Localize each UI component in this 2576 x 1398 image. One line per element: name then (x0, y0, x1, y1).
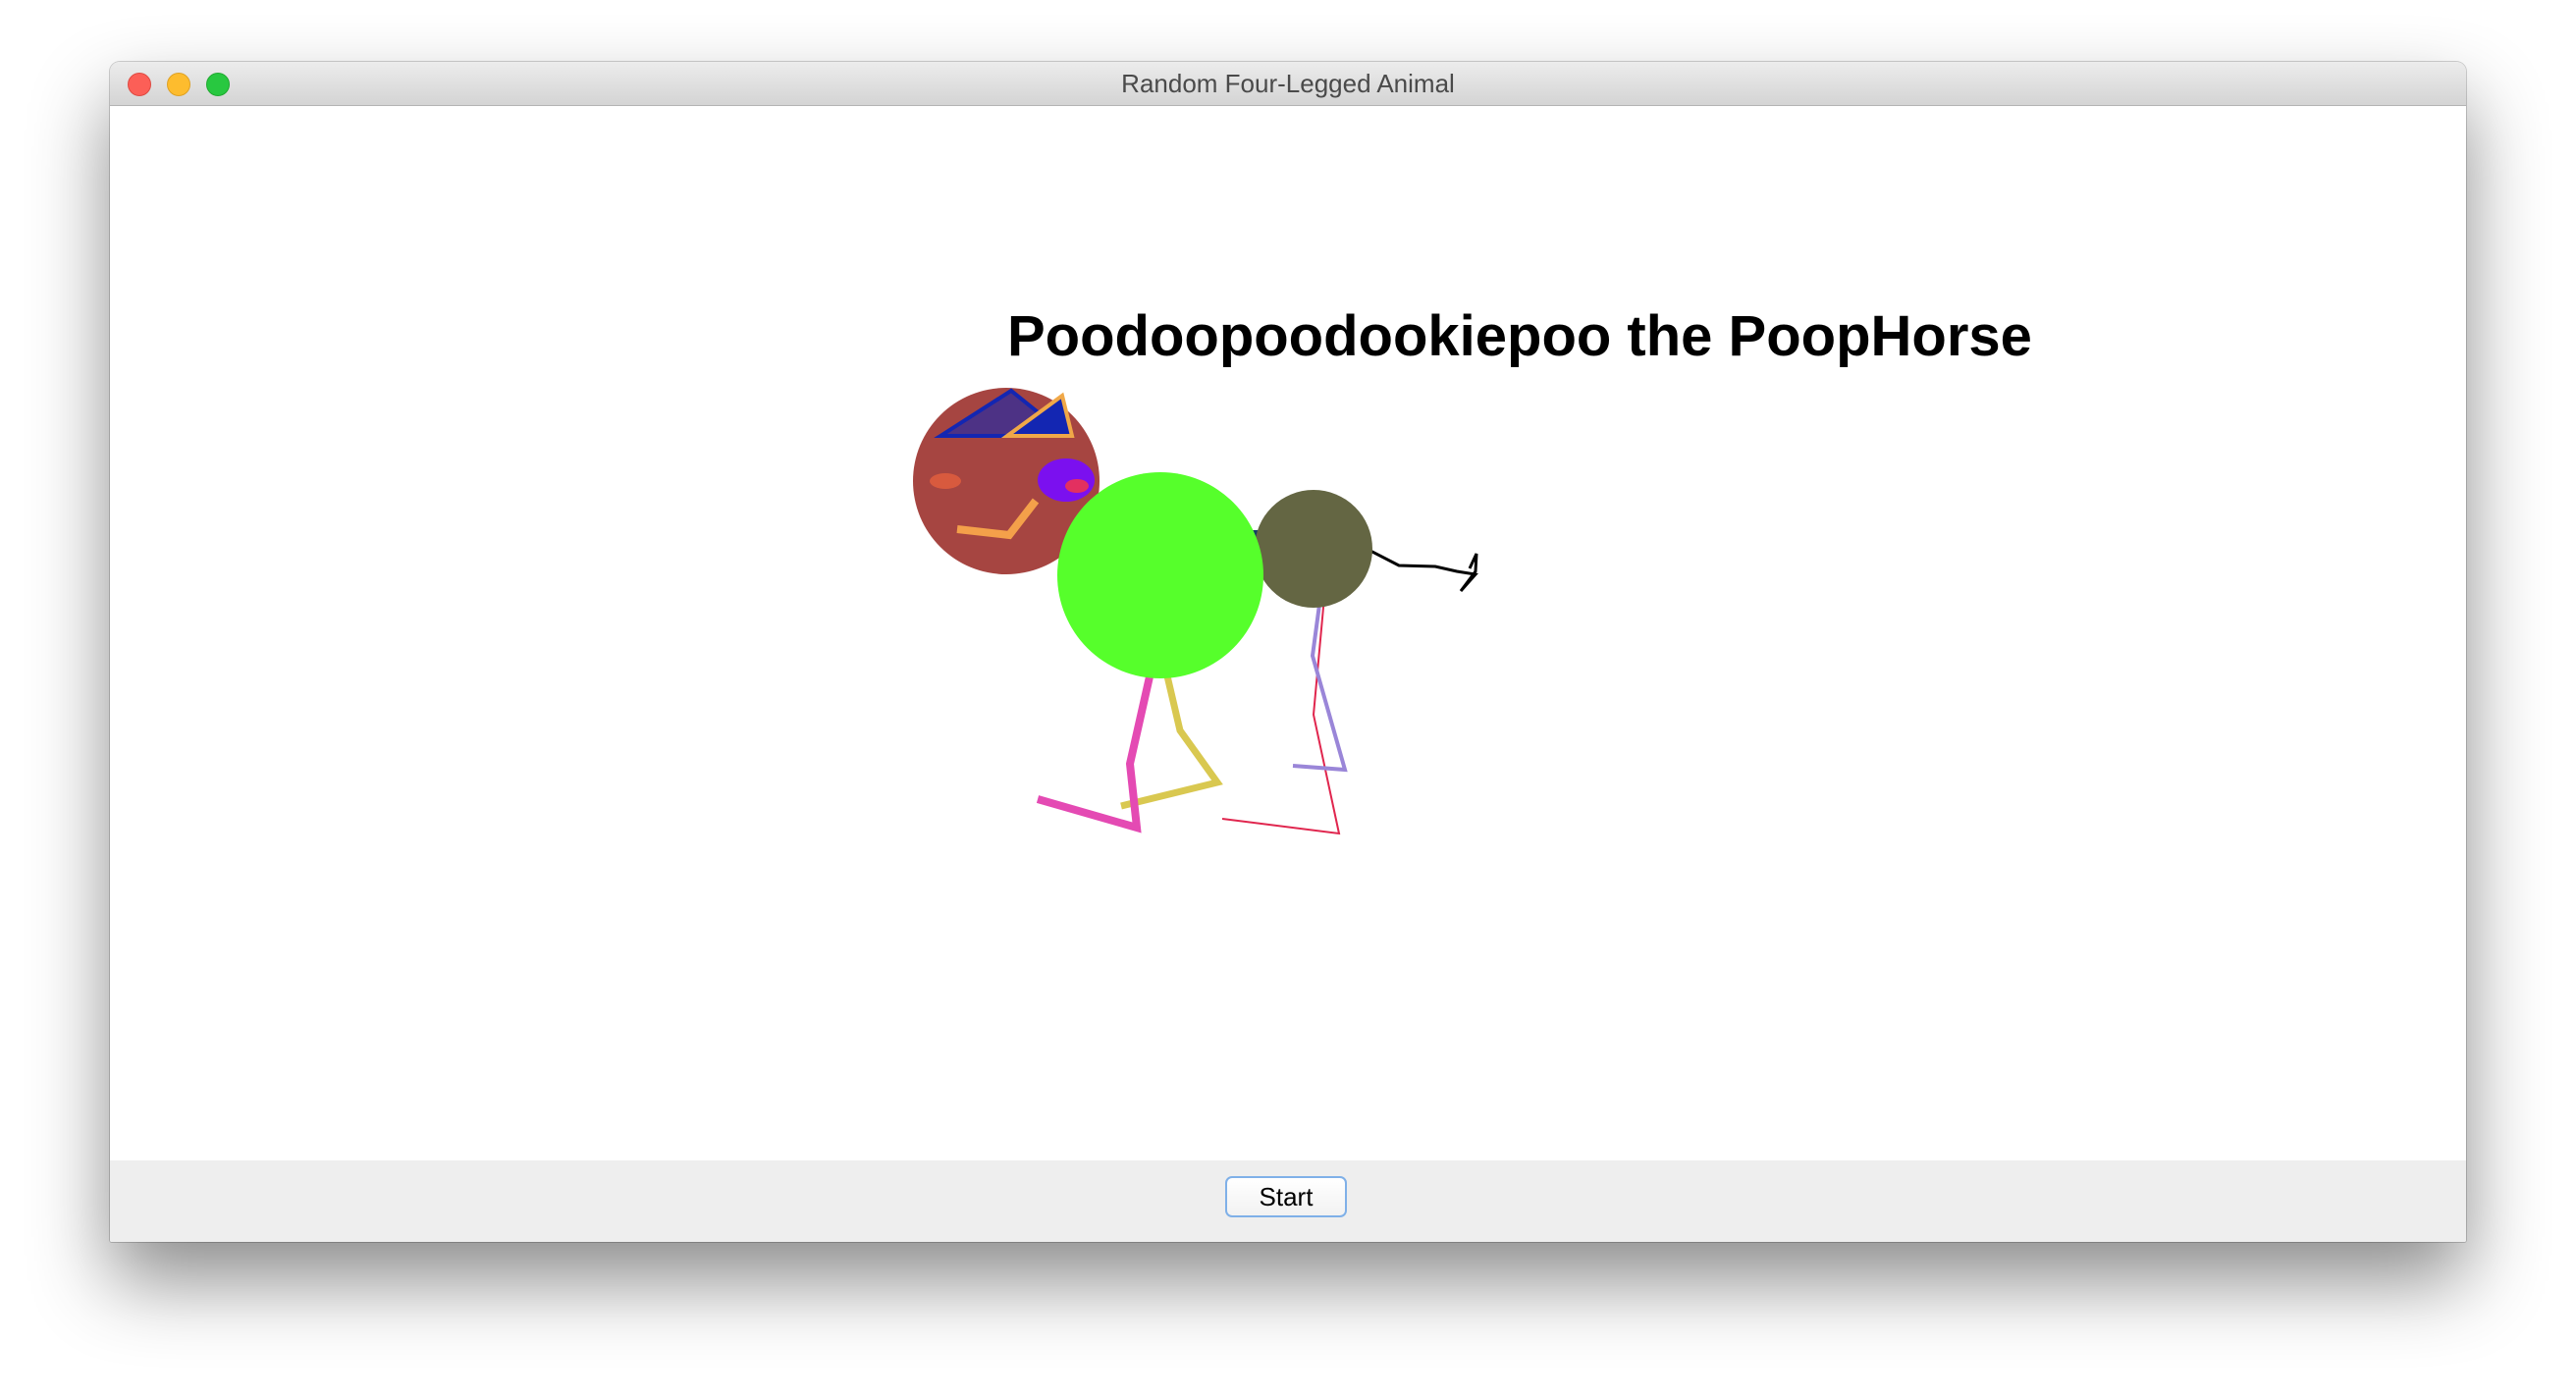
drawing-canvas: Poodoopoodookiepoo the PoopHorse (110, 106, 2466, 1160)
start-button[interactable]: Start (1225, 1176, 1347, 1217)
animal-drawing: Poodoopoodookiepoo the PoopHorse (913, 304, 2032, 835)
pupil (1065, 479, 1089, 493)
body (1057, 472, 1263, 678)
title-bar: Random Four-Legged Animal (110, 62, 2466, 106)
animal-name-label: Poodoopoodookiepoo the PoopHorse (1007, 304, 2032, 368)
bottom-panel: Start (110, 1160, 2466, 1242)
cheek (930, 473, 961, 489)
tail (1368, 548, 1478, 592)
hip (1255, 490, 1372, 608)
app-window: Random Four-Legged Animal Poodoopoodooki… (110, 62, 2466, 1242)
window-title: Random Four-Legged Animal (1121, 69, 1455, 98)
eye (1038, 458, 1095, 502)
